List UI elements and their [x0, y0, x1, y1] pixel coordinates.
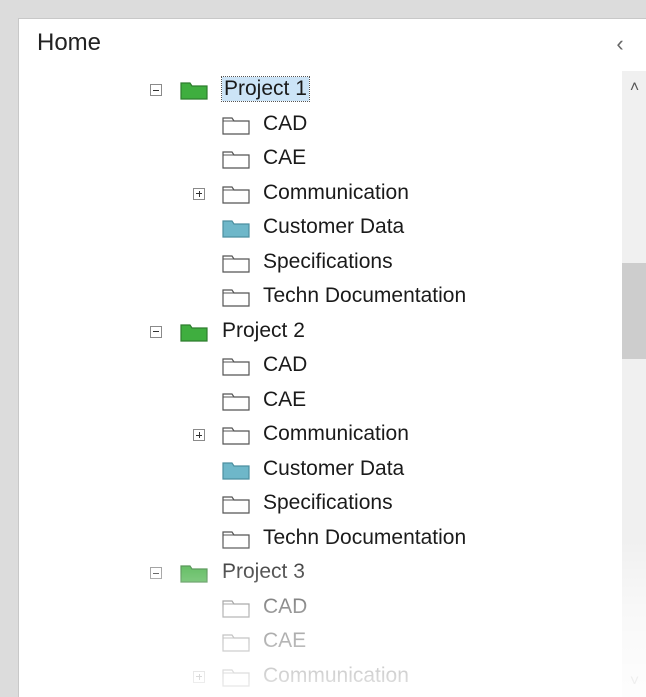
customer-folder-icon [221, 459, 251, 481]
tree-node-label[interactable]: CAD [263, 595, 307, 619]
project-folder-icon [179, 562, 209, 584]
panel-title: Home [37, 29, 102, 56]
tree-node-label[interactable]: Project 2 [222, 319, 305, 343]
tree-node-label[interactable]: Communication [263, 664, 409, 688]
home-tree-panel: Home ‹ Project 1 CAD CAE Communication Custo… [18, 18, 646, 697]
tree-node-folder[interactable]: Specifications [19, 245, 622, 279]
tree-node-folder[interactable]: CAE [19, 141, 622, 175]
tree-node-label[interactable]: CAE [263, 146, 306, 170]
expand-icon[interactable] [193, 670, 205, 683]
tree-node-folder[interactable]: CAD [19, 107, 622, 141]
tree-node-folder[interactable]: Techn Documentation [19, 279, 622, 313]
tree-node-folder[interactable]: Communication [19, 176, 622, 210]
collapse-panel-button[interactable]: ‹ [609, 33, 631, 55]
project-folder-icon [179, 321, 209, 343]
folder-icon [221, 252, 251, 274]
tree-node-label[interactable]: Techn Documentation [263, 284, 466, 308]
tree-node-label[interactable]: Specifications [263, 491, 393, 515]
tree-node-folder[interactable]: Specifications [19, 486, 622, 520]
collapse-icon[interactable] [150, 567, 162, 579]
folder-icon [221, 183, 251, 205]
tree-node-label[interactable]: Customer Data [263, 215, 404, 239]
tree-node-folder[interactable]: CAD [19, 590, 622, 624]
tree-node-label[interactable]: Project 3 [222, 560, 305, 584]
tree-node-folder[interactable]: CAE [19, 624, 622, 658]
folder-icon [221, 666, 251, 688]
folder-icon [221, 286, 251, 308]
tree-node-folder[interactable]: Communication [19, 417, 622, 451]
tree-node-label[interactable]: CAD [263, 112, 307, 136]
folder-icon [221, 390, 251, 412]
scroll-down-button[interactable]: ˅ [622, 673, 646, 697]
collapse-icon[interactable] [150, 84, 162, 96]
folder-icon [221, 355, 251, 377]
tree-node-label[interactable]: Techn Documentation [263, 526, 466, 550]
folder-icon [221, 631, 251, 653]
expand-icon[interactable] [193, 187, 205, 200]
panel-header: Home ‹ [19, 19, 646, 71]
tree-node-label[interactable]: CAD [263, 353, 307, 377]
project-folder-icon [179, 79, 209, 101]
tree-node-folder[interactable]: Customer Data [19, 452, 622, 486]
tree-node-folder[interactable]: CAE [19, 383, 622, 417]
folder-icon [221, 528, 251, 550]
tree-node-label[interactable]: Project 1 [221, 76, 310, 102]
tree-node-label[interactable]: Communication [263, 181, 409, 205]
customer-folder-icon [221, 217, 251, 239]
tree-node-label[interactable]: Specifications [263, 250, 393, 274]
tree-node-folder[interactable]: Communication [19, 659, 622, 693]
tree-node-label[interactable]: Customer Data [263, 457, 404, 481]
tree-node-project[interactable]: Project 1 [19, 72, 622, 106]
folder-icon [221, 148, 251, 170]
folder-icon [221, 114, 251, 136]
scroll-thumb[interactable] [622, 263, 646, 359]
vertical-scrollbar[interactable]: ˄ ˅ [622, 71, 646, 697]
tree-node-project[interactable]: Project 3 [19, 555, 622, 589]
folder-icon [221, 493, 251, 515]
expand-icon[interactable] [193, 429, 205, 441]
collapse-icon[interactable] [150, 325, 162, 338]
folder-icon [221, 597, 251, 619]
tree-node-project[interactable]: Project 2 [19, 314, 622, 348]
tree-node-folder[interactable]: Customer Data [19, 210, 622, 244]
tree-node-folder[interactable]: CAD [19, 348, 622, 382]
tree-node-label[interactable]: CAE [263, 629, 306, 653]
folder-tree: Project 1 CAD CAE Communication Customer Dat… [19, 71, 622, 697]
tree-node-label[interactable]: Communication [263, 422, 409, 446]
scroll-up-button[interactable]: ˄ [622, 79, 646, 103]
tree-node-label[interactable]: CAE [263, 388, 306, 412]
tree-node-folder[interactable]: Techn Documentation [19, 521, 622, 555]
folder-icon [221, 424, 251, 446]
